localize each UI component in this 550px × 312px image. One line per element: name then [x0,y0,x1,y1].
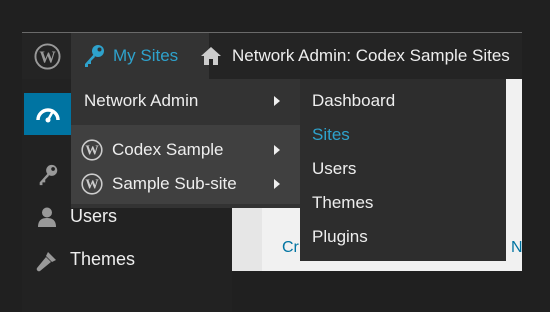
network-admin-link[interactable]: Network Admin: Codex Sample Sites [200,33,510,79]
submenu-item-users[interactable]: Users [312,159,356,179]
submenu-item-sites[interactable]: Sites [312,125,350,145]
dashboard-icon [36,108,60,123]
chevron-right-icon [274,145,280,155]
key-icon[interactable] [36,163,60,187]
sidebar-item-label: Users [70,206,118,226]
menu-item-network-admin[interactable]: Network Admin [71,85,300,117]
svg-text:W: W [85,143,99,158]
users-icon [38,207,56,227]
wordpress-logo-icon: W [81,173,103,195]
network-admin-submenu: Dashboard Sites Users Themes Plugins [300,79,506,261]
home-icon [201,47,221,65]
my-sites-dropdown: Network Admin W Codex Sample W Sample Su… [71,79,300,208]
admin-bar: W My Sites Network Admin: Codex Sample S… [22,33,522,79]
menu-item-label: Network Admin [84,91,199,110]
submenu-item-themes[interactable]: Themes [312,193,373,213]
menu-item-label: Codex Sample [112,140,224,159]
menu-item-codex-sample[interactable]: W Codex Sample [71,134,300,166]
network-admin-title: Network Admin: Codex Sample Sites [232,46,510,65]
chevron-right-icon [274,179,280,189]
wordpress-logo-icon[interactable]: W [34,43,61,70]
wordpress-logo-icon: W [81,139,103,161]
svg-text:W: W [85,177,99,192]
themes-icon [36,252,56,272]
my-sites-menu[interactable]: My Sites [71,33,209,79]
content-link[interactable]: N [511,239,522,257]
svg-text:W: W [39,47,56,66]
my-sites-label: My Sites [113,46,179,65]
key-icon [85,45,104,67]
sidebar-item-label: Themes [70,249,136,269]
content-link[interactable]: Cr [282,239,299,257]
menu-item-label: Sample Sub-site [112,174,237,193]
sidebar-item-dashboard[interactable] [24,93,72,135]
submenu-item-dashboard[interactable]: Dashboard [312,91,395,111]
submenu-item-plugins[interactable]: Plugins [312,227,368,247]
menu-item-sample-sub-site[interactable]: W Sample Sub-site [71,168,300,200]
chevron-right-icon [274,96,280,106]
